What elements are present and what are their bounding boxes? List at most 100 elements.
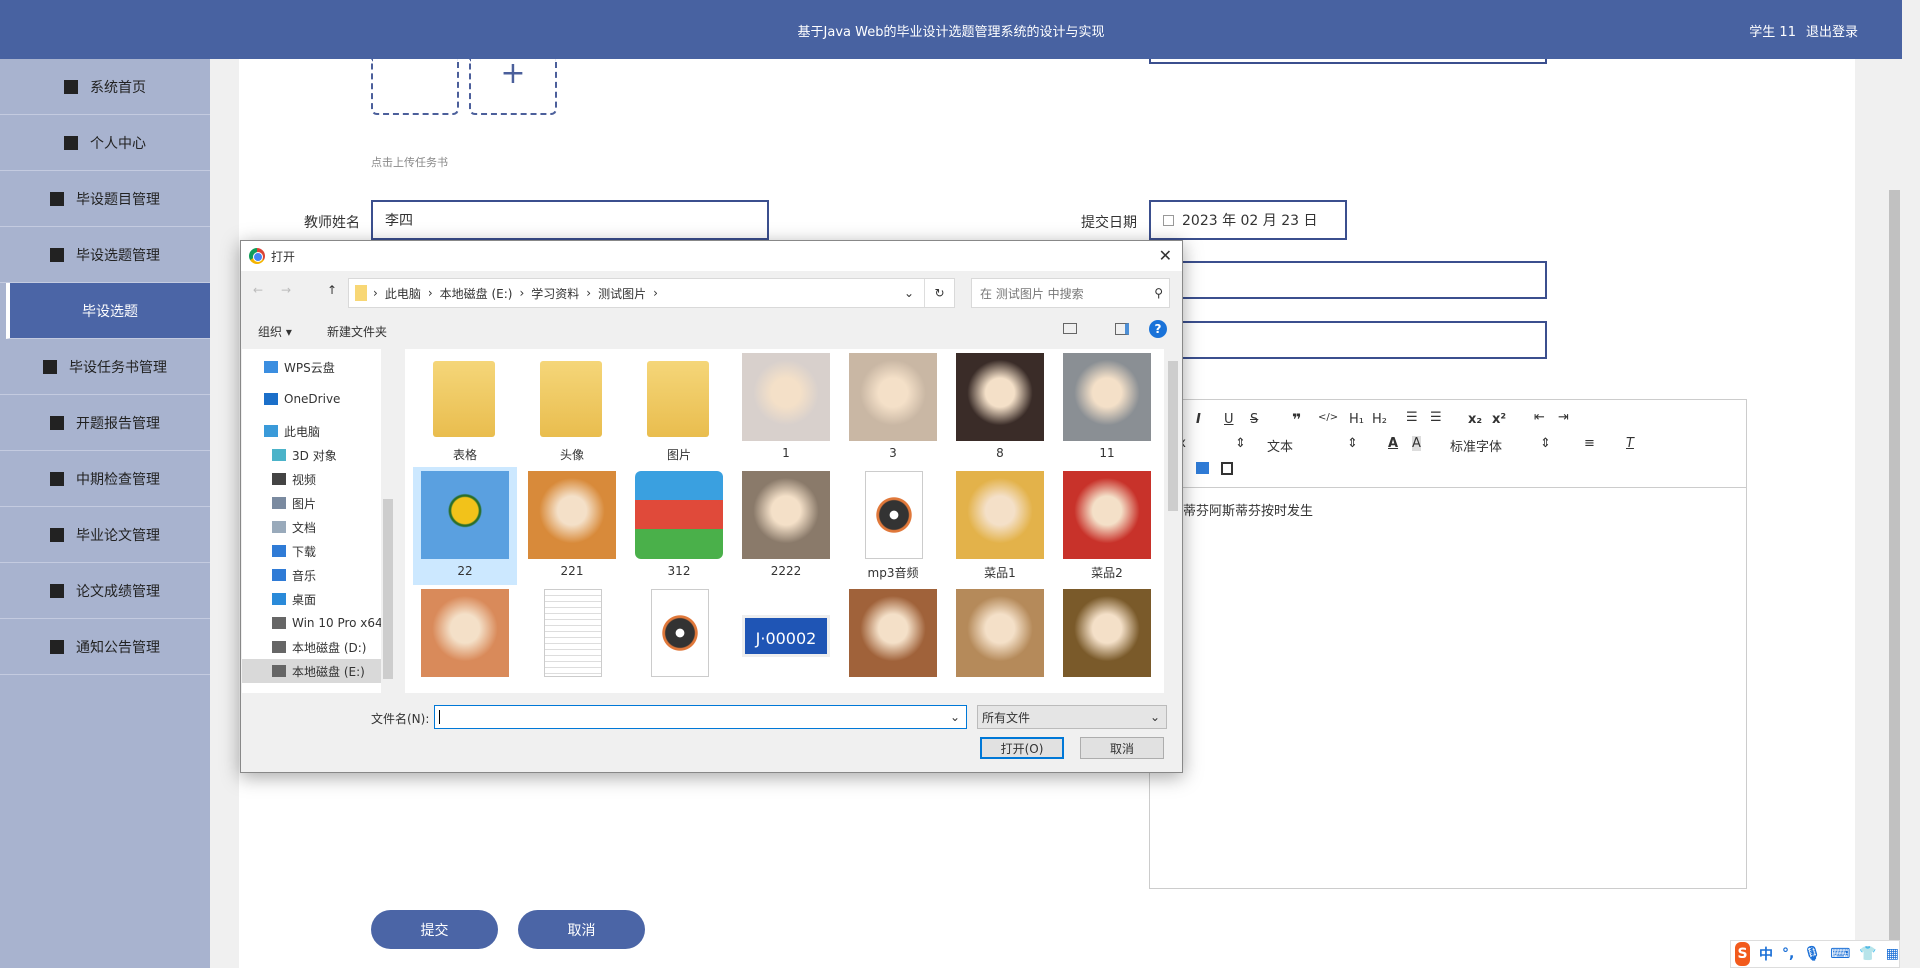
chevron-down-icon[interactable]: ⌄ <box>904 286 914 300</box>
image-icon[interactable] <box>1196 462 1209 474</box>
file-item[interactable]: 11 <box>1055 349 1159 467</box>
keyboard-icon[interactable]: ⌨ <box>1830 946 1850 962</box>
nav-item[interactable]: 本地磁盘 (E:) <box>242 659 395 683</box>
close-icon[interactable]: ✕ <box>1159 246 1172 265</box>
italic-icon[interactable]: I <box>1196 412 1201 427</box>
skin-icon[interactable]: 👕 <box>1859 946 1876 962</box>
breadcrumb-item[interactable]: 测试图片 <box>598 285 646 302</box>
nav-item[interactable]: 下载 <box>242 539 395 563</box>
file-item[interactable]: 2222 <box>734 467 838 585</box>
logout-link[interactable]: 退出登录 <box>1806 25 1858 40</box>
field-3[interactable] <box>1149 261 1547 299</box>
file-item[interactable] <box>948 585 1052 693</box>
align-icon[interactable]: ≡ <box>1584 436 1595 451</box>
file-item[interactable] <box>520 585 624 693</box>
subscript-icon[interactable]: x₂ <box>1468 412 1482 427</box>
nav-item[interactable]: 本地磁盘 (D:) <box>242 635 395 659</box>
nav-item[interactable]: 音乐 <box>242 563 395 587</box>
nav-item[interactable]: 视频 <box>242 467 395 491</box>
up-icon[interactable]: ↑ <box>327 283 337 297</box>
teacher-name-input[interactable]: 李四 <box>371 200 769 240</box>
file-type-select[interactable]: 所有文件 ⌄ <box>977 705 1167 729</box>
file-item[interactable]: 221 <box>520 467 624 585</box>
nav-item[interactable]: WPS云盘 <box>242 355 395 379</box>
breadcrumb-item[interactable]: 学习资料 <box>531 285 579 302</box>
bullet-list-icon[interactable]: ☰ <box>1430 410 1442 425</box>
file-item[interactable]: 3 <box>841 349 945 467</box>
clear-format-icon[interactable]: T <box>1626 436 1634 451</box>
scrollbar-thumb[interactable] <box>1889 190 1900 968</box>
sidebar-item[interactable]: 个人中心 <box>0 115 210 171</box>
submit-button[interactable]: 提交 <box>371 910 498 949</box>
preview-pane-icon[interactable] <box>1115 323 1129 335</box>
field-4[interactable] <box>1149 321 1547 359</box>
nav-item[interactable]: 文档 <box>242 515 395 539</box>
editor-content[interactable]: 斯蒂芬阿斯蒂芬按时发生 <box>1170 500 1313 519</box>
sidebar-item[interactable]: 通知公告管理 <box>0 619 210 675</box>
nav-scrollbar[interactable] <box>381 349 395 693</box>
h2-icon[interactable]: H₂ <box>1372 412 1387 427</box>
search-input[interactable]: 在 测试图片 中搜索 ⚲ <box>971 278 1170 308</box>
sidebar-item[interactable]: 开题报告管理 <box>0 395 210 451</box>
back-icon[interactable]: ← <box>253 283 263 297</box>
font-family-select[interactable]: 标准字体 ⇕ <box>1450 436 1551 455</box>
background-color-icon[interactable]: A <box>1412 436 1421 451</box>
file-item[interactable] <box>627 585 731 693</box>
nav-item[interactable]: 桌面 <box>242 587 395 611</box>
organize-menu[interactable]: 组织 ▾ <box>258 323 292 340</box>
filename-input[interactable]: ⌄ <box>434 705 967 729</box>
file-item[interactable]: J·00002 <box>734 585 838 693</box>
sidebar-item[interactable]: 论文成绩管理 <box>0 563 210 619</box>
nav-item[interactable]: Win 10 Pro x64 <box>242 611 395 635</box>
file-item[interactable]: 图片 <box>627 349 731 467</box>
forward-icon[interactable]: → <box>281 283 291 297</box>
breadcrumb-item[interactable]: 本地磁盘 (E:) <box>440 285 513 302</box>
dialog-cancel-button[interactable]: 取消 <box>1080 737 1164 759</box>
nav-item[interactable]: 3D 对象 <box>242 443 395 467</box>
new-folder-button[interactable]: 新建文件夹 <box>327 323 387 340</box>
h1-icon[interactable]: H₁ <box>1349 412 1364 427</box>
grid-scrollbar[interactable] <box>1166 349 1180 693</box>
sidebar-item[interactable]: 毕设选题 <box>6 283 210 339</box>
indent-icon[interactable]: ⇥ <box>1558 410 1569 425</box>
microphone-icon[interactable]: 🎙 <box>1803 946 1821 962</box>
nav-item[interactable]: 图片 <box>242 491 395 515</box>
sidebar-item[interactable]: 系统首页 <box>0 59 210 115</box>
file-item[interactable]: 头像 <box>520 349 624 467</box>
view-icon[interactable] <box>1063 323 1077 334</box>
address-bar[interactable]: › 此电脑 › 本地磁盘 (E:) › 学习资料 › 测试图片 › ⌄ ↻ <box>348 278 955 308</box>
uploaded-file-slot[interactable] <box>371 59 459 115</box>
file-item[interactable]: 312 <box>627 467 731 585</box>
sidebar-item[interactable]: 毕设题目管理 <box>0 171 210 227</box>
quote-icon[interactable]: ❞ <box>1292 410 1301 429</box>
sidebar-item[interactable]: 中期检查管理 <box>0 451 210 507</box>
submit-date-input[interactable]: 2023 年 02 月 23 日 <box>1149 200 1347 240</box>
ime-toolbar[interactable]: S 中 °, 🎙 ⌨ 👕 ▦ <box>1730 940 1900 968</box>
nav-item[interactable]: OneDrive <box>242 387 395 411</box>
superscript-icon[interactable]: x² <box>1492 412 1506 427</box>
code-icon[interactable]: </> <box>1318 412 1338 423</box>
video-icon[interactable] <box>1221 462 1233 475</box>
page-scrollbar[interactable] <box>1886 0 1902 968</box>
file-item[interactable]: 8 <box>948 349 1052 467</box>
refresh-icon[interactable]: ↻ <box>924 279 954 307</box>
cancel-button[interactable]: 取消 <box>518 910 645 949</box>
file-item[interactable]: 菜品1 <box>948 467 1052 585</box>
ime-punct[interactable]: °, <box>1782 946 1794 962</box>
font-color-icon[interactable]: A <box>1388 436 1398 451</box>
sidebar-item[interactable]: 毕设选题管理 <box>0 227 210 283</box>
open-button[interactable]: 打开(O) <box>980 737 1064 759</box>
breadcrumb-item[interactable]: 此电脑 <box>385 285 421 302</box>
sidebar-item[interactable]: 毕业论文管理 <box>0 507 210 563</box>
file-item[interactable] <box>1055 585 1159 693</box>
apps-icon[interactable]: ▦ <box>1886 946 1899 962</box>
file-item[interactable]: 菜品2 <box>1055 467 1159 585</box>
text-type-select[interactable]: 文本 ⇕ <box>1267 436 1367 455</box>
strike-icon[interactable]: S <box>1250 412 1258 427</box>
help-icon[interactable]: ? <box>1149 320 1167 338</box>
rich-text-editor[interactable]: I U S ❞ </> H₁ H₂ ☰ ☰ x₂ x² ⇤ ⇥ px⇕ 文本⇕ … <box>1149 399 1747 889</box>
ordered-list-icon[interactable]: ☰ <box>1406 410 1418 425</box>
ime-mode[interactable]: 中 <box>1759 944 1773 964</box>
underline-icon[interactable]: U <box>1224 412 1234 427</box>
file-item[interactable]: mp3音频 <box>841 467 945 585</box>
